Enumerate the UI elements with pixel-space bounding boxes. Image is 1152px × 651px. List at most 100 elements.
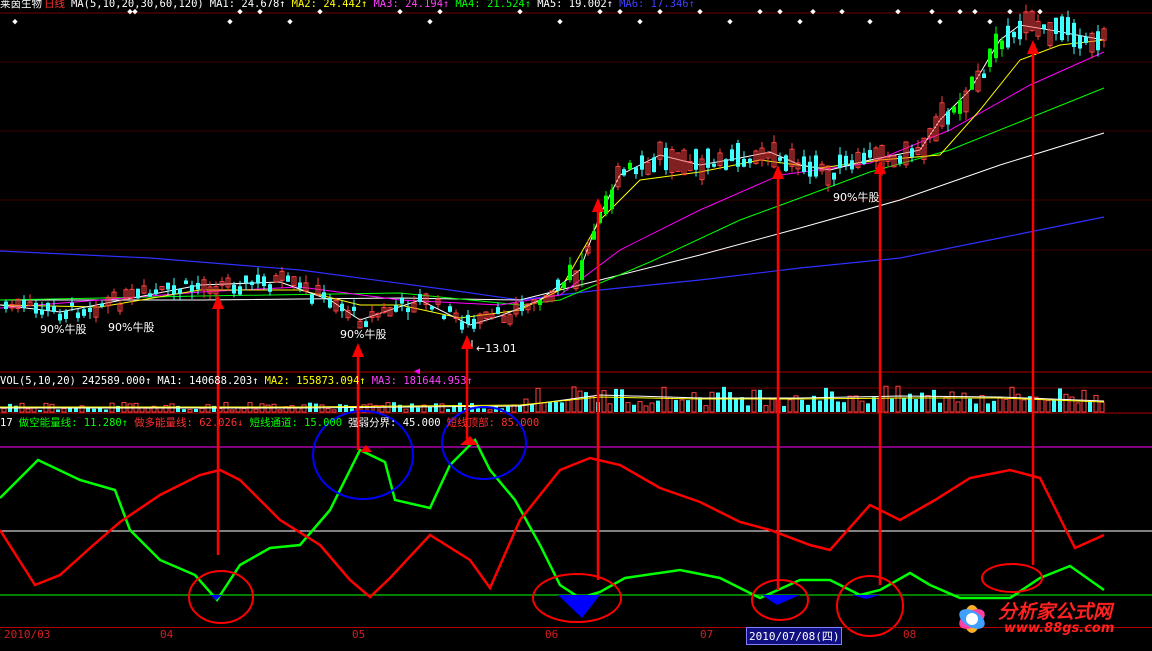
- candle-body: [172, 285, 176, 295]
- volume-bar: [746, 405, 750, 412]
- candle-body: [748, 158, 752, 164]
- volume-bar: [530, 404, 534, 412]
- signal-star: ◆: [1007, 7, 1013, 17]
- candle-body: [52, 306, 56, 312]
- signal-star: ◆: [810, 7, 816, 17]
- volume-bar: [1021, 399, 1027, 413]
- candle-body: [448, 306, 452, 312]
- bottom-fill-marker: [558, 595, 600, 618]
- low-price-label: ←13.01: [476, 342, 517, 355]
- volume-bar: [703, 405, 709, 413]
- selected-date[interactable]: 2010/07/08(四): [746, 627, 843, 645]
- candle-body: [952, 106, 956, 113]
- volume-bar: [139, 407, 145, 413]
- long-energy-line: [0, 456, 1105, 599]
- volume-bar: [253, 408, 259, 413]
- volume-bar: [265, 404, 271, 413]
- volume-bar: [679, 399, 685, 413]
- signal-star: ◆: [727, 17, 733, 27]
- volume-bar: [487, 409, 493, 413]
- candle-body: [88, 307, 92, 313]
- candle-body: [232, 284, 236, 294]
- date-label-08: 08: [903, 628, 917, 641]
- volume-bar: [458, 402, 462, 412]
- short-energy-value: 做空能量线: 11.280↑: [18, 417, 129, 429]
- candle-body: [898, 155, 902, 164]
- volume-bar: [194, 408, 198, 412]
- candle-body: [610, 189, 614, 210]
- candle-body: [1042, 24, 1046, 30]
- ma2-value: MA2: 24.442↑: [291, 0, 368, 10]
- bottom-fill-marker: [210, 595, 222, 600]
- signal-star: ◆: [12, 17, 18, 27]
- candle-body: [802, 156, 806, 172]
- signal-star: ◆: [937, 17, 943, 27]
- candle-body: [706, 148, 710, 168]
- bottom-fill-marker: [762, 595, 800, 605]
- candle-body: [640, 155, 644, 170]
- ma3-line: [0, 51, 1105, 309]
- candle-body: [832, 172, 836, 180]
- volume-bar: [163, 405, 169, 413]
- volume-bar: [319, 404, 325, 413]
- volume-bar: [667, 396, 673, 413]
- candle-body: [742, 158, 746, 167]
- volume-bar: [914, 399, 918, 412]
- volume-bar: [992, 400, 996, 412]
- volume-bar: [866, 403, 870, 412]
- volume-bar: [482, 408, 486, 412]
- volume-bar: [182, 409, 186, 412]
- signal-star: ◆: [797, 17, 803, 27]
- signal-star: ◆: [287, 17, 293, 27]
- candle-body: [286, 275, 290, 282]
- candle-body: [724, 159, 728, 170]
- candle-body: [652, 157, 656, 173]
- volume-bar: [1003, 398, 1009, 413]
- candle-body: [34, 302, 38, 314]
- candle-body: [862, 152, 866, 165]
- candle-body: [58, 313, 62, 321]
- volume-bar: [325, 408, 331, 413]
- volume-bar: [686, 400, 690, 412]
- candle-body: [364, 321, 368, 327]
- candle-body: [256, 274, 260, 284]
- ma-params: MA(5,10,20,30,60,120): [71, 0, 204, 10]
- candle-body: [850, 160, 854, 170]
- candle-body: [634, 167, 638, 175]
- volume-bar: [656, 400, 660, 412]
- candle-body: [1018, 20, 1022, 40]
- candle-body: [1054, 17, 1058, 34]
- volume-bar: [541, 402, 547, 413]
- candle-body: [910, 148, 914, 157]
- candle-body: [442, 315, 446, 320]
- top-value: 短线顶部: 85.000: [446, 417, 540, 429]
- candle-body: [4, 301, 8, 310]
- volume-bar: [565, 399, 571, 413]
- short-energy-line: [0, 437, 1105, 603]
- candle-body: [82, 309, 86, 316]
- volume-bar: [410, 403, 414, 412]
- ma1-value: MA1: 24.678↑: [209, 0, 286, 10]
- candle-body: [946, 111, 950, 125]
- volume-bar: [859, 400, 865, 413]
- volume-bar: [883, 385, 889, 413]
- signal-star: ◆: [972, 7, 978, 17]
- chart-canvas: ◆◆ ◆◆◆ ◆◆◆ ◆◆◆ ◆◆◆ ◆◆◆ ◆◆◆ ◆◆◆ ◆◆◆ ◆◆◆ ◆◆◆ ◆90%牛股 90…: [0, 4, 1152, 637]
- volume-bar: [1, 407, 7, 413]
- ma6-line: [0, 216, 1105, 301]
- volume-bar: [1063, 393, 1069, 413]
- candle-body: [520, 301, 524, 312]
- signal-star: ◆: [427, 17, 433, 27]
- volume-bar: [872, 397, 876, 412]
- divide-value: 强弱分界: 45.000: [348, 417, 441, 429]
- candle-body: [970, 76, 974, 90]
- stock-name: 莱茵生物: [0, 0, 42, 10]
- candle-body: [712, 163, 716, 167]
- volume-bar: [763, 405, 769, 413]
- volume-bar: [632, 404, 636, 412]
- volume-bar: [842, 402, 846, 412]
- volume-bar: [344, 404, 348, 412]
- annotation-circle: [981, 563, 1043, 593]
- candle-body: [76, 312, 80, 319]
- volume-bar: [548, 402, 552, 412]
